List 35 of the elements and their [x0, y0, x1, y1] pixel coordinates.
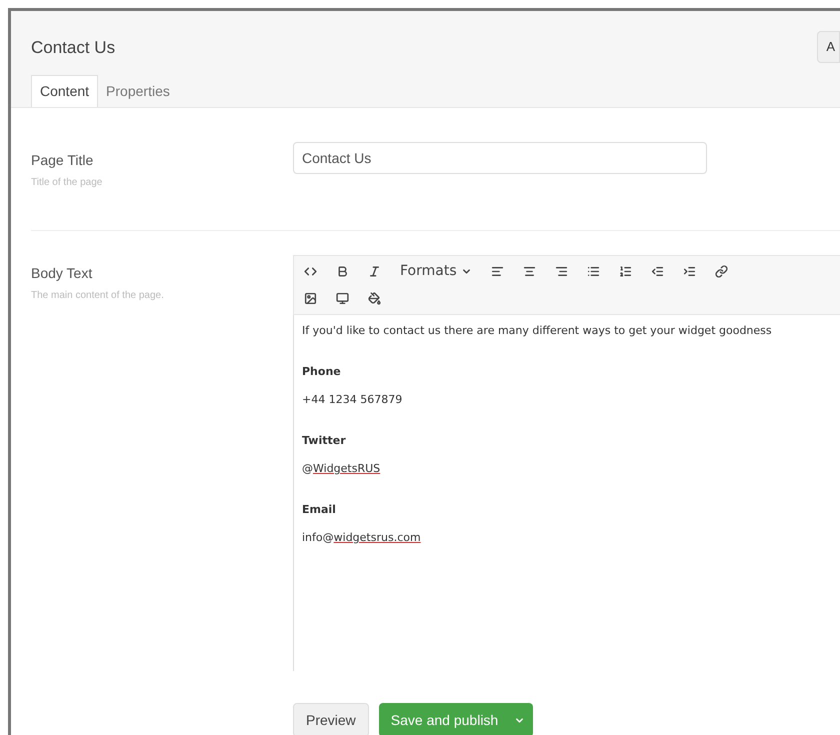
bold-icon[interactable]: [336, 265, 348, 278]
bullet-list-icon[interactable]: [587, 265, 600, 278]
content-heading: Twitter: [302, 432, 347, 448]
numbered-list-icon[interactable]: [619, 265, 632, 278]
align-left-icon[interactable]: [491, 265, 504, 278]
content-paragraph: +44 1234 567879: [302, 392, 404, 408]
image-icon[interactable]: [304, 292, 316, 305]
italic-icon[interactable]: [368, 265, 380, 278]
outdent-icon[interactable]: [651, 265, 664, 278]
content-paragraph: If you'd like to contact us there are many different ways to get your widget goodness: [302, 323, 773, 339]
content-heading: Phone: [302, 364, 342, 380]
content-link[interactable]: widgetsrus.com: [334, 530, 421, 546]
link-prefix: info@: [302, 530, 334, 546]
field-description: Title of the page: [31, 176, 104, 190]
action-button[interactable]: A: [817, 31, 840, 63]
monitor-icon[interactable]: [336, 292, 348, 305]
content-link[interactable]: WidgetsRUS: [313, 461, 380, 478]
indent-icon[interactable]: [683, 265, 696, 278]
text-field[interactable]: Contact Us: [293, 142, 707, 174]
align-center-icon[interactable]: [523, 265, 536, 278]
rich-text-editor[interactable]: If you'd like to contact us there are many different ways to get your widget goodness Phone +44 1234 567879 Twitter @WidgetsRUS Email info@widgetsrus.com: [293, 315, 840, 671]
paint-bucket-icon[interactable]: [368, 292, 380, 305]
formats-dropdown[interactable]: Formats: [392, 258, 480, 286]
link-prefix: @: [302, 461, 313, 477]
field-label: Body Text: [31, 264, 94, 283]
page-title: Contact Us: [31, 37, 116, 59]
tab[interactable]: Properties: [98, 75, 178, 107]
align-right-icon[interactable]: [555, 265, 568, 278]
content-heading: Email: [302, 502, 337, 518]
link-icon[interactable]: [715, 265, 728, 278]
field-description: The main content of the page.: [31, 289, 165, 303]
code-icon[interactable]: [304, 265, 316, 278]
tab[interactable]: Content: [31, 75, 98, 107]
field-label: Page Title: [31, 151, 94, 170]
preview-button[interactable]: Preview: [293, 703, 369, 735]
